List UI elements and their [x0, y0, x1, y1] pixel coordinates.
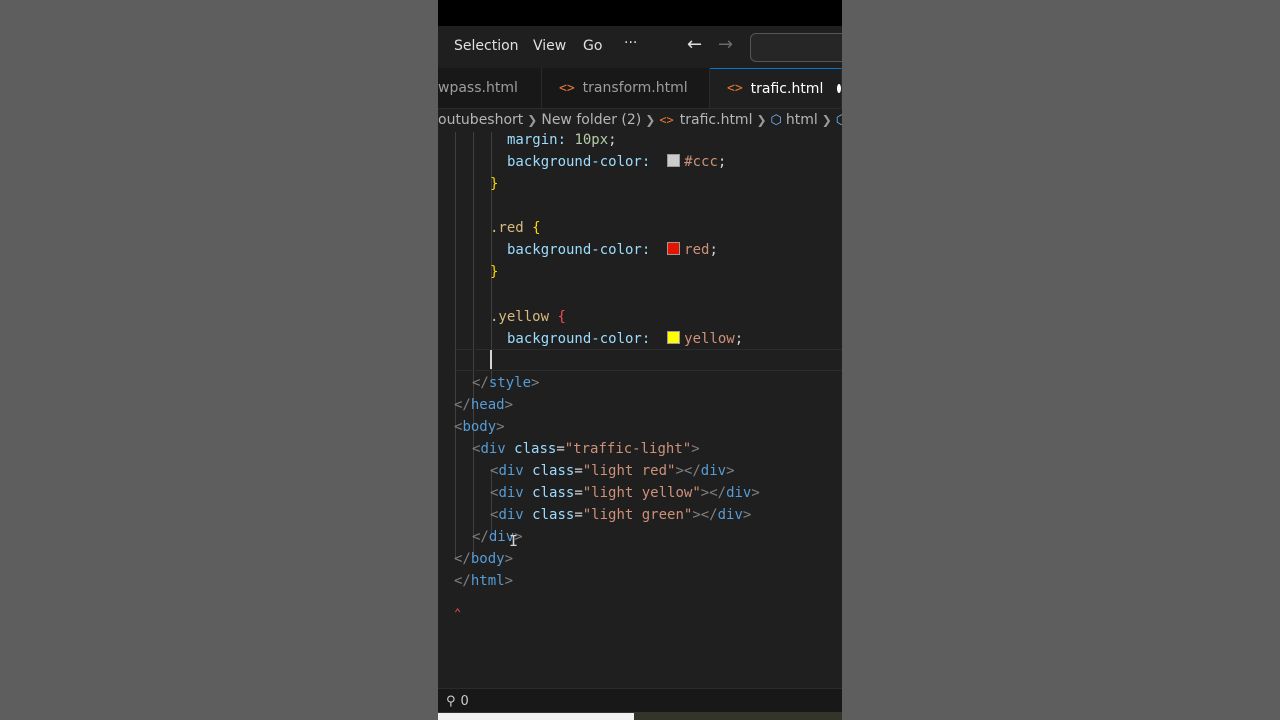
- html-file-icon: <>: [727, 81, 743, 96]
- unsaved-dot-icon[interactable]: [837, 84, 841, 93]
- more-menu-icon[interactable]: ···: [624, 35, 637, 51]
- tab-trafic[interactable]: <> trafic.html: [710, 68, 842, 108]
- code-line: <div class="light yellow"></div>: [490, 485, 760, 501]
- menu-bar: Selection View Go ··· ← →: [438, 26, 842, 68]
- symbol-cube-icon: ⬡: [770, 112, 782, 128]
- breadcrumb: outubeshort ❯ New folder (2) ❯ <> trafic…: [438, 108, 842, 132]
- chevron-right-icon: ❯: [527, 113, 538, 127]
- bottom-overlay-bar: [438, 713, 634, 720]
- code-line: <div class="light green"></div>: [490, 507, 752, 523]
- code-editor[interactable]: margin: 10px; background-color: #ccc; } …: [438, 132, 842, 688]
- color-swatch-ccc[interactable]: [667, 154, 681, 167]
- color-swatch-yellow[interactable]: [667, 331, 681, 344]
- code-line: background-color: red;: [507, 242, 718, 258]
- code-line: <div class="light red"></div>: [490, 463, 735, 479]
- chevron-right-icon: ❯: [756, 113, 767, 127]
- html-file-icon: <>: [559, 80, 575, 96]
- symbol-cube-icon: ⬡: [835, 112, 842, 128]
- editor-window: Selection View Go ··· ← → wpass.html <> …: [438, 0, 842, 720]
- indent-guide: [491, 132, 492, 382]
- back-arrow-icon[interactable]: ←: [687, 34, 702, 55]
- breadcrumb-root[interactable]: outubeshort: [438, 112, 523, 128]
- broadcast-icon[interactable]: ⚲: [446, 694, 456, 709]
- tab-label: transform.html: [582, 80, 688, 96]
- text-cursor: [490, 350, 492, 369]
- current-line-highlight: [454, 349, 842, 371]
- breadcrumb-file[interactable]: trafic.html: [680, 112, 753, 128]
- code-line: background-color: #ccc;: [507, 154, 727, 170]
- tab-wpass[interactable]: wpass.html: [438, 68, 542, 108]
- breadcrumb-folder[interactable]: New folder (2): [541, 112, 641, 128]
- code-line: background-color: yellow;: [507, 331, 744, 347]
- tab-label: trafic.html: [750, 80, 824, 97]
- code-line: }: [490, 176, 499, 192]
- code-line: margin: 10px;: [507, 132, 617, 148]
- code-line: </body>: [454, 551, 514, 567]
- menu-selection[interactable]: Selection: [454, 38, 519, 54]
- forward-arrow-icon[interactable]: →: [718, 34, 733, 55]
- chevron-right-icon: ❯: [645, 113, 656, 127]
- breadcrumb-node[interactable]: html: [786, 112, 818, 128]
- command-center-search[interactable]: [750, 33, 842, 62]
- code-line: </style>: [472, 375, 540, 391]
- tab-label: wpass.html: [438, 80, 518, 96]
- tab-bar: wpass.html <> transform.html <> trafic.h…: [438, 68, 842, 109]
- code-line: </html>: [454, 573, 514, 589]
- right-backdrop: [842, 0, 1280, 720]
- menu-view[interactable]: View: [533, 38, 566, 54]
- html-file-icon: <>: [659, 113, 674, 127]
- ports-count[interactable]: 0: [461, 694, 469, 709]
- status-bar: ⚲ 0: [438, 688, 842, 713]
- indent-guide: [455, 132, 456, 558]
- code-line: <body>: [454, 419, 505, 435]
- code-line: .yellow {: [490, 309, 566, 325]
- code-line: <div class="traffic-light">: [472, 441, 700, 457]
- mouse-ibeam-cursor-icon: I: [509, 532, 519, 550]
- code-line: .red {: [490, 220, 541, 236]
- top-black-bar: [438, 0, 842, 26]
- code-line: }: [490, 264, 499, 280]
- error-squiggle-icon: ⌃: [454, 606, 462, 620]
- code-line: </head>: [454, 397, 514, 413]
- left-backdrop: [0, 0, 438, 720]
- chevron-right-icon: ❯: [821, 113, 832, 127]
- color-swatch-red[interactable]: [667, 242, 681, 255]
- tab-transform[interactable]: <> transform.html: [542, 68, 710, 108]
- menu-go[interactable]: Go: [583, 38, 602, 54]
